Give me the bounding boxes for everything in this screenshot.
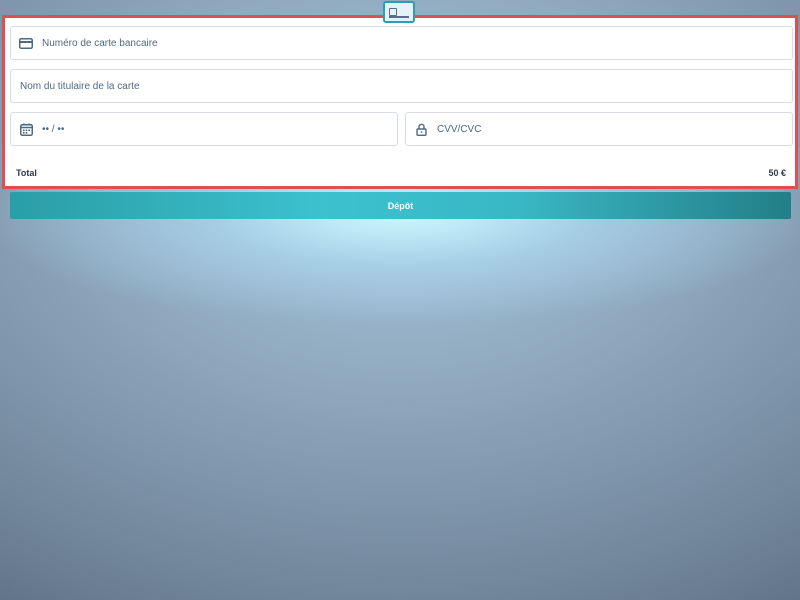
- calendar-icon: [19, 122, 33, 136]
- credit-card-icon: [383, 1, 415, 23]
- cardholder-name-placeholder: Nom du titulaire de la carte: [20, 80, 140, 92]
- total-label: Total: [16, 168, 37, 178]
- cvv-field[interactable]: CVV/CVC: [405, 112, 793, 146]
- expiry-date-placeholder: •• / ••: [42, 123, 65, 135]
- cardholder-name-field[interactable]: Nom du titulaire de la carte: [10, 69, 793, 103]
- lock-icon: [414, 122, 428, 136]
- card-number-field[interactable]: Numéro de carte bancaire: [10, 26, 793, 60]
- total-amount: 50 €: [768, 168, 786, 178]
- cvv-placeholder: CVV/CVC: [437, 123, 482, 135]
- deposit-button[interactable]: Dépôt: [10, 192, 791, 219]
- credit-card-icon: [19, 36, 33, 50]
- expiry-date-field[interactable]: •• / ••: [10, 112, 398, 146]
- payment-form: Numéro de carte bancaire Nom du titulair…: [2, 15, 798, 189]
- card-number-placeholder: Numéro de carte bancaire: [42, 37, 158, 49]
